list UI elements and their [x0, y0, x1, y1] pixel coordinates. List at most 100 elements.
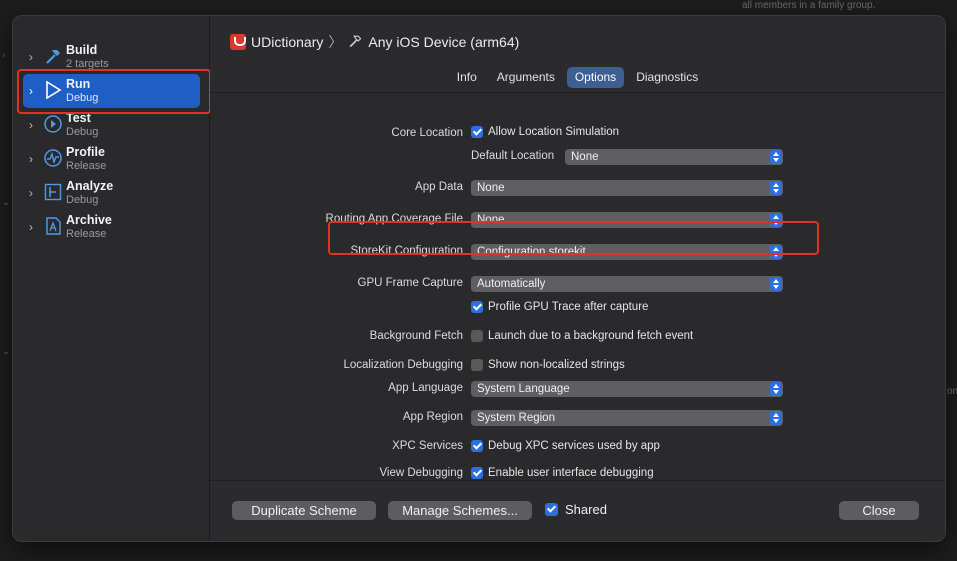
- chevron-right-icon[interactable]: ›: [29, 152, 33, 166]
- storekit-configuration-label: StoreKit Configuration: [350, 245, 463, 257]
- allow-location-simulation-checkbox[interactable]: [471, 126, 483, 138]
- background-hint-text: all members in a family group.: [742, 0, 876, 11]
- sidebar-item-profile[interactable]: › Profile Release: [23, 142, 200, 176]
- background-fetch-check-label: Launch due to a background fetch event: [488, 330, 694, 342]
- non-localized-strings-row[interactable]: Show non-localized strings: [471, 359, 625, 371]
- popup-arrows-icon: [770, 181, 782, 195]
- tab-options[interactable]: Options: [566, 67, 625, 88]
- sidebar-item-name: Run: [66, 77, 91, 91]
- hammer-icon: [43, 46, 63, 66]
- app-language-label: App Language: [388, 382, 463, 394]
- shared-checkbox[interactable]: [545, 503, 558, 516]
- breadcrumb-separator: 〉: [328, 34, 343, 50]
- gpu-frame-capture-value: Automatically: [477, 278, 546, 290]
- localization-debugging-label: Localization Debugging: [343, 359, 463, 371]
- allow-location-simulation-row[interactable]: Allow Location Simulation: [471, 126, 619, 138]
- popup-arrows-icon: [770, 213, 782, 227]
- background-chevron-icon: ›: [2, 50, 6, 61]
- debug-xpc-label: Debug XPC services used by app: [488, 440, 660, 452]
- scheme-destination-breadcrumb: UDictionary 〉 Any iOS Device (arm64): [230, 32, 519, 52]
- non-localized-strings-checkbox[interactable]: [471, 359, 483, 371]
- ui-debugging-row[interactable]: Enable user interface debugging: [471, 467, 654, 479]
- options-content: Core Location Allow Location Simulation …: [210, 92, 945, 480]
- sidebar-item-build[interactable]: › Build 2 targets: [23, 40, 200, 74]
- sidebar-item-subtitle: Debug: [66, 194, 99, 206]
- scheme-action-sidebar: › Build 2 targets › Run Debug › Test Deb…: [13, 16, 211, 541]
- popup-arrows-icon: [770, 245, 782, 259]
- debug-xpc-row[interactable]: Debug XPC services used by app: [471, 440, 660, 452]
- background-chevron-icon: ⌄: [2, 346, 11, 357]
- default-location-value: None: [571, 151, 599, 163]
- shared-label: Shared: [565, 502, 607, 517]
- chevron-right-icon[interactable]: ›: [29, 50, 33, 64]
- sidebar-item-subtitle: Debug: [66, 126, 99, 138]
- manage-schemes-button[interactable]: Manage Schemes...: [388, 501, 532, 520]
- storekit-configuration-value: Configuration.storekit: [477, 246, 586, 258]
- sidebar-item-archive[interactable]: › Archive Release: [23, 210, 200, 244]
- background-fetch-label: Background Fetch: [369, 330, 463, 342]
- debug-xpc-checkbox[interactable]: [471, 440, 483, 452]
- sidebar-item-analyze[interactable]: › Analyze Debug: [23, 176, 200, 210]
- popup-arrows-icon: [770, 277, 782, 291]
- popup-arrows-icon: [770, 150, 782, 164]
- profile-gpu-trace-row[interactable]: Profile GPU Trace after capture: [471, 301, 648, 313]
- background-fetch-row[interactable]: Launch due to a background fetch event: [471, 330, 693, 342]
- app-data-label: App Data: [415, 181, 463, 193]
- chevron-right-icon[interactable]: ›: [29, 220, 33, 234]
- storekit-configuration-popup[interactable]: Configuration.storekit: [471, 244, 783, 260]
- gpu-frame-capture-popup[interactable]: Automatically: [471, 276, 783, 292]
- play-icon: [43, 80, 63, 100]
- duplicate-scheme-button[interactable]: Duplicate Scheme: [232, 501, 376, 520]
- app-region-popup[interactable]: System Region: [471, 410, 783, 426]
- dialog-footer: Duplicate Scheme Manage Schemes... Share…: [210, 480, 945, 541]
- xpc-services-label: XPC Services: [392, 440, 463, 452]
- ui-debugging-label: Enable user interface debugging: [488, 467, 654, 479]
- core-location-label: Core Location: [391, 127, 463, 139]
- scheme-name[interactable]: UDictionary: [251, 34, 323, 50]
- scheme-detail-pane: UDictionary 〉 Any iOS Device (arm64) Inf…: [210, 16, 945, 541]
- test-diamond-icon: [43, 114, 63, 134]
- chevron-right-icon[interactable]: ›: [29, 84, 33, 98]
- hammer-icon: [347, 33, 363, 52]
- chevron-right-icon[interactable]: ›: [29, 118, 33, 132]
- sidebar-item-name: Build: [66, 43, 98, 57]
- sidebar-item-test[interactable]: › Test Debug: [23, 108, 200, 142]
- gpu-frame-capture-label: GPU Frame Capture: [357, 277, 463, 289]
- tab-arguments[interactable]: Arguments: [489, 67, 563, 88]
- background-chevron-icon: ⌄: [2, 197, 11, 208]
- allow-location-simulation-label: Allow Location Simulation: [488, 126, 620, 138]
- sidebar-item-subtitle: Release: [66, 228, 107, 240]
- destination-name[interactable]: Any iOS Device (arm64): [368, 34, 519, 50]
- scheme-tabs: Info Arguments Options Diagnostics: [210, 67, 945, 88]
- ui-debugging-checkbox[interactable]: [471, 467, 483, 479]
- default-location-label: Default Location: [471, 150, 555, 162]
- close-button[interactable]: Close: [839, 501, 919, 520]
- chevron-right-icon[interactable]: ›: [29, 186, 33, 200]
- popup-arrows-icon: [770, 382, 782, 396]
- tab-diagnostics[interactable]: Diagnostics: [628, 67, 706, 88]
- sidebar-item-name: Test: [66, 111, 91, 125]
- app-region-value: System Region: [477, 412, 555, 424]
- sidebar-item-run[interactable]: › Run Debug: [23, 74, 200, 108]
- sidebar-item-subtitle: Debug: [66, 92, 99, 104]
- app-language-popup[interactable]: System Language: [471, 381, 783, 397]
- view-debugging-label: View Debugging: [379, 467, 463, 479]
- archive-pen-icon: [43, 216, 63, 236]
- app-region-label: App Region: [402, 411, 463, 423]
- routing-coverage-value: None: [477, 214, 505, 226]
- sidebar-item-name: Profile: [66, 145, 105, 159]
- non-localized-strings-label: Show non-localized strings: [488, 359, 625, 371]
- background-fetch-checkbox[interactable]: [471, 330, 483, 342]
- instruments-gauge-icon: [43, 148, 63, 168]
- profile-gpu-trace-checkbox[interactable]: [471, 301, 483, 313]
- default-location-popup[interactable]: None: [565, 149, 783, 165]
- sidebar-item-subtitle: 2 targets: [66, 58, 109, 70]
- sidebar-item-subtitle: Release: [66, 160, 107, 172]
- app-data-value: None: [477, 182, 505, 194]
- tab-info[interactable]: Info: [449, 67, 485, 88]
- routing-coverage-popup[interactable]: None: [471, 212, 783, 228]
- app-language-value: System Language: [477, 383, 570, 395]
- shared-toggle[interactable]: Shared: [545, 502, 607, 517]
- scheme-editor-dialog: › Build 2 targets › Run Debug › Test Deb…: [12, 15, 946, 542]
- app-data-popup[interactable]: None: [471, 180, 783, 196]
